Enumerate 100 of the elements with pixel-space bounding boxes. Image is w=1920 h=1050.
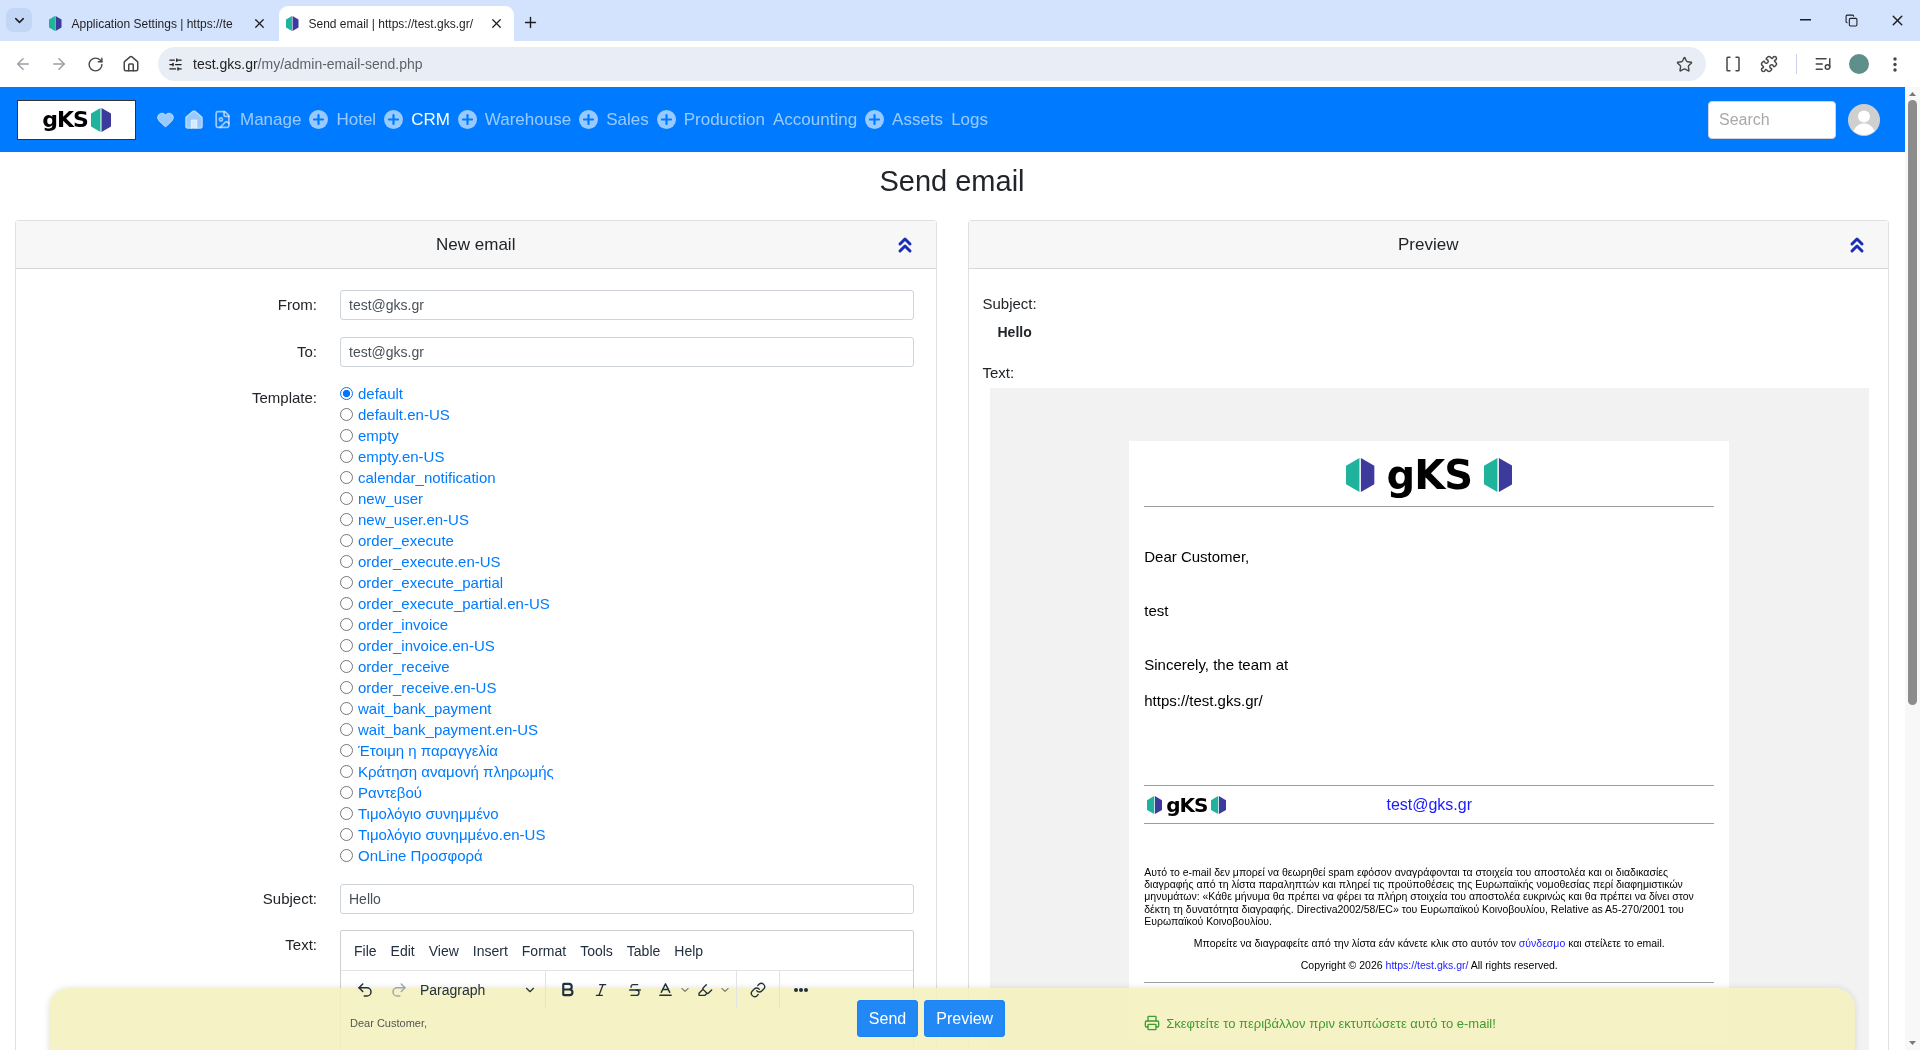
image-file-icon[interactable]: [213, 110, 232, 129]
radio-button[interactable]: [340, 807, 353, 820]
radio-label[interactable]: order_execute: [358, 532, 454, 549]
field-label: Subject:: [982, 295, 1038, 313]
menu-item[interactable]: Tools: [573, 935, 620, 966]
menu-item[interactable]: Format: [514, 935, 574, 966]
plus-circle-icon[interactable]: [384, 110, 404, 129]
radio-button[interactable]: [340, 618, 353, 631]
radio-button[interactable]: [340, 597, 353, 610]
nav-link[interactable]: Sales: [606, 108, 649, 131]
radio-label[interactable]: Κράτηση αναμονή πληρωμής: [358, 763, 554, 780]
radio-button[interactable]: [340, 576, 353, 589]
nav-link[interactable]: Accounting: [772, 108, 858, 131]
radio-button[interactable]: [340, 555, 353, 568]
site-link[interactable]: https://test.gks.gr/: [1385, 959, 1469, 971]
radio-button[interactable]: [340, 849, 353, 862]
menu-item[interactable]: File: [347, 935, 384, 966]
nav-link[interactable]: Manage: [240, 108, 302, 131]
home-icon[interactable]: [183, 108, 205, 131]
radio-label[interactable]: wait_bank_payment.en-US: [358, 721, 539, 738]
plus-circle-icon[interactable]: [309, 110, 329, 129]
radio-button[interactable]: [340, 387, 353, 400]
action-button[interactable]: Send: [856, 1000, 919, 1037]
radio-label[interactable]: order_execute.en-US: [358, 553, 501, 570]
radio-button[interactable]: [340, 765, 353, 778]
text-input[interactable]: test@gks.gr: [340, 290, 914, 320]
browser-tab[interactable]: Application Settings | https://te: [42, 6, 277, 41]
scrollbar-thumb[interactable]: [1908, 100, 1917, 705]
user-avatar-icon[interactable]: [1848, 103, 1880, 136]
plus-circle-icon[interactable]: [865, 110, 885, 129]
radio-label[interactable]: new_user.en-US: [358, 511, 469, 528]
radio-label[interactable]: default: [358, 385, 404, 402]
plus-circle-icon[interactable]: [579, 110, 599, 129]
close-icon[interactable]: [489, 16, 504, 31]
radio-label[interactable]: order_receive.en-US: [358, 679, 497, 696]
radio-button[interactable]: [340, 660, 353, 673]
plus-circle-icon[interactable]: [457, 110, 477, 129]
close-icon[interactable]: [252, 16, 267, 31]
radio-button[interactable]: [340, 492, 353, 505]
radio-button[interactable]: [340, 723, 353, 736]
radio-label[interactable]: Ραντεβού: [358, 784, 422, 801]
address-bar[interactable]: test.gks.gr/my/admin-email-send.php: [158, 47, 1706, 81]
scroll-down-icon[interactable]: [1909, 1041, 1916, 1045]
tab-search-button[interactable]: [6, 8, 32, 32]
radio-label[interactable]: order_execute_partial.en-US: [358, 595, 550, 612]
radio-button[interactable]: [340, 786, 353, 799]
search-field[interactable]: Search: [1708, 100, 1836, 139]
radio-label[interactable]: order_invoice: [358, 616, 449, 633]
scroll-up-icon[interactable]: [1909, 92, 1916, 96]
radio-label[interactable]: default.en-US: [358, 406, 450, 423]
card-title: New email: [436, 234, 516, 255]
email-text: Sincerely, the team at: [1144, 656, 1290, 674]
radio-label[interactable]: empty.en-US: [358, 448, 445, 465]
email-link[interactable]: test@gks.gr: [1386, 795, 1473, 814]
nav-link[interactable]: Logs: [951, 108, 988, 131]
nav-link[interactable]: Warehouse: [484, 108, 572, 131]
radio-label[interactable]: order_execute_partial: [358, 574, 504, 591]
radio-label[interactable]: OnLine Προσφορά: [358, 847, 483, 864]
scrollbar[interactable]: [1905, 87, 1920, 1050]
radio-button[interactable]: [340, 471, 353, 484]
radio-button[interactable]: [340, 450, 353, 463]
nav-link[interactable]: Hotel: [336, 108, 377, 131]
radio-button[interactable]: [340, 429, 353, 442]
menu-item[interactable]: Edit: [383, 935, 422, 966]
block-format-dropdown[interactable]: Paragraph: [416, 974, 541, 1005]
page-title: Send email: [878, 164, 1026, 198]
unsubscribe-link[interactable]: σύνδεσμο: [1518, 937, 1566, 949]
radio-label[interactable]: order_invoice.en-US: [358, 637, 495, 654]
radio-label[interactable]: calendar_notification: [358, 469, 496, 486]
radio-button[interactable]: [340, 744, 353, 757]
radio-button[interactable]: [340, 513, 353, 526]
heart-icon[interactable]: [156, 110, 175, 129]
radio-button[interactable]: [340, 408, 353, 421]
radio-button[interactable]: [340, 534, 353, 547]
plus-circle-icon[interactable]: [656, 110, 676, 129]
menu-item[interactable]: Insert: [465, 935, 515, 966]
kebab-menu-icon: [1893, 56, 1897, 72]
new-tab-button[interactable]: [522, 14, 539, 31]
nav-link[interactable]: Production: [683, 108, 765, 131]
menu-item[interactable]: Help: [667, 935, 711, 966]
nav-link[interactable]: CRM: [411, 108, 450, 131]
logo[interactable]: gKS: [17, 99, 136, 140]
action-button[interactable]: Preview: [924, 1000, 1006, 1037]
nav-link[interactable]: Assets: [892, 108, 944, 131]
radio-label[interactable]: Τιμολόγιο συνημμένο: [358, 805, 499, 822]
text-input[interactable]: test@gks.gr: [340, 337, 914, 367]
radio-button[interactable]: [340, 702, 353, 715]
radio-label[interactable]: wait_bank_payment: [358, 700, 492, 717]
menu-item[interactable]: Table: [619, 935, 668, 966]
radio-button[interactable]: [340, 681, 353, 694]
browser-tab[interactable]: Send email | https://test.gks.gr/: [279, 6, 514, 41]
text-input[interactable]: Hello: [340, 884, 914, 914]
radio-label[interactable]: empty: [358, 427, 399, 444]
radio-label[interactable]: Τιμολόγιο συνημμένο.en-US: [358, 826, 546, 843]
menu-item[interactable]: View: [421, 935, 466, 966]
radio-button[interactable]: [340, 828, 353, 841]
radio-button[interactable]: [340, 639, 353, 652]
radio-label[interactable]: order_receive: [358, 658, 450, 675]
radio-label[interactable]: new_user: [358, 490, 424, 507]
radio-label[interactable]: Έτοιμη η παραγγελία: [358, 742, 499, 759]
